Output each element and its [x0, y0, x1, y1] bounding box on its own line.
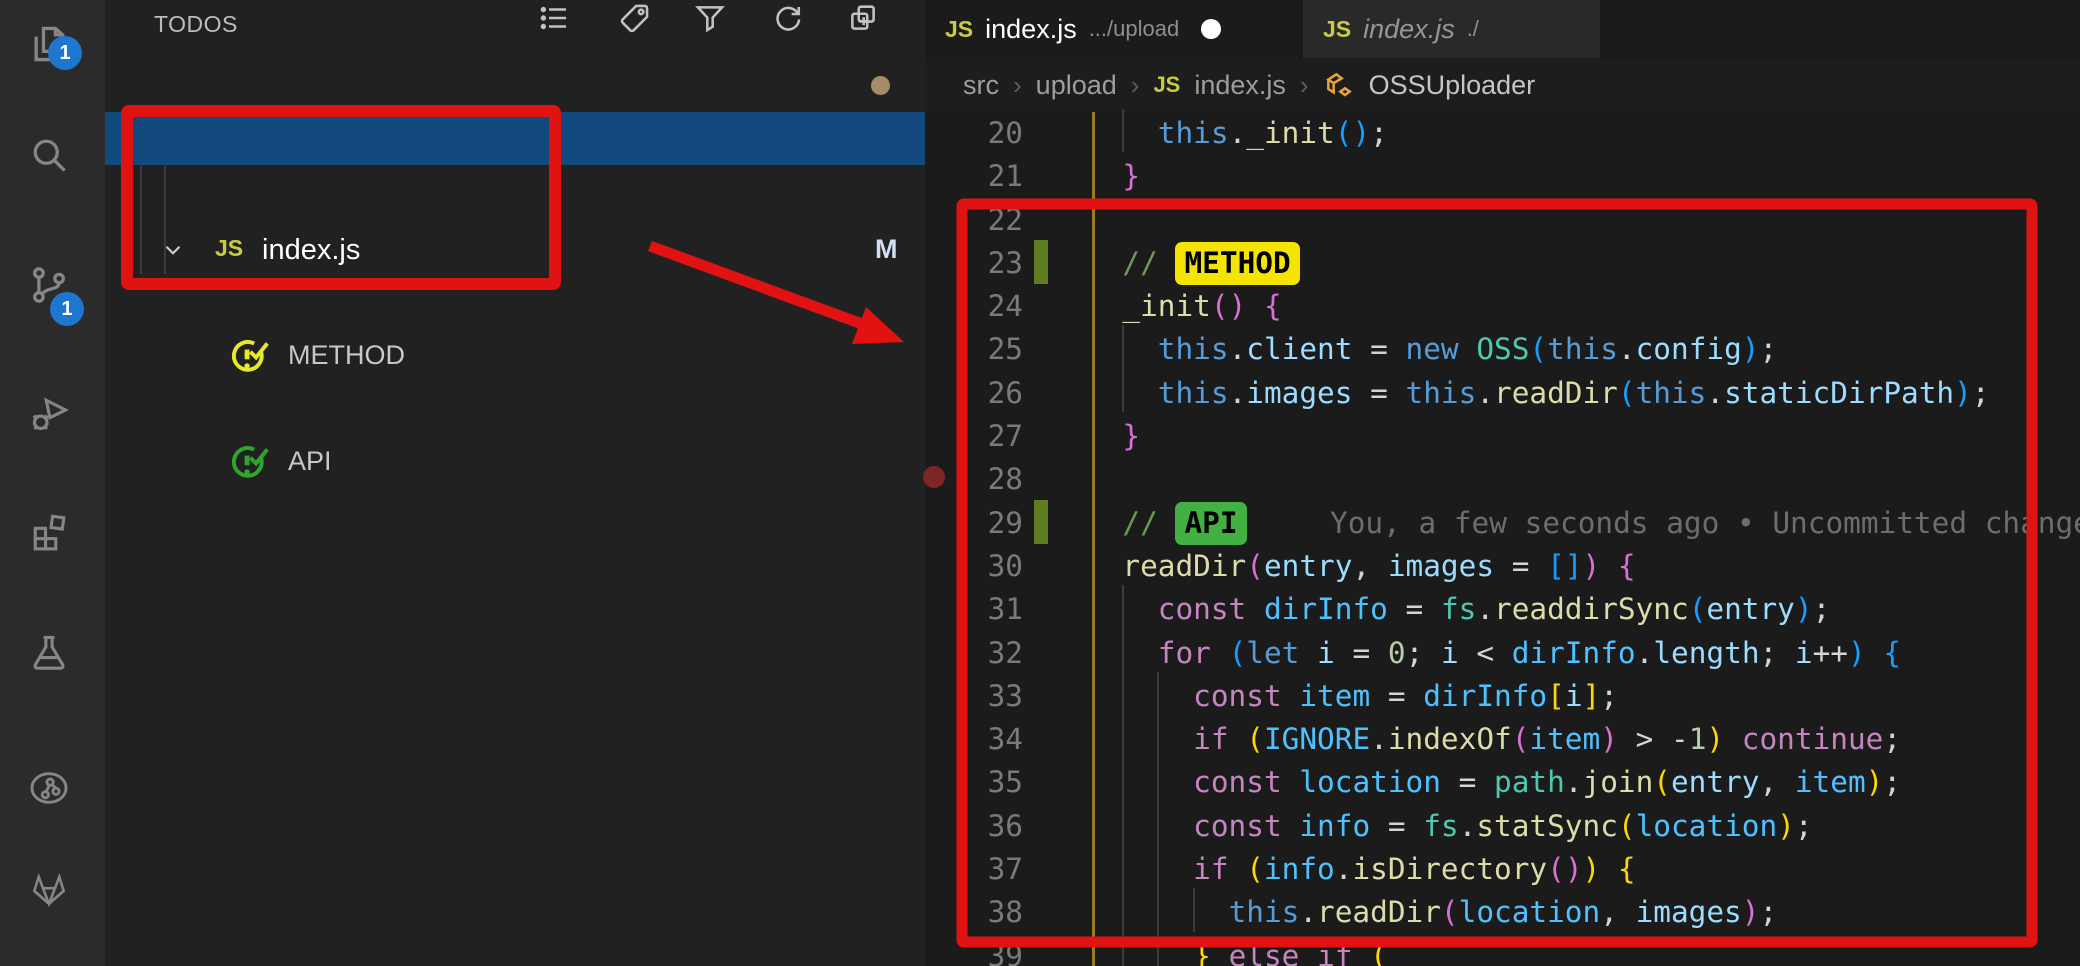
code-line[interactable]: if (IGNORE.indexOf(item) > -1) continue; [1087, 718, 1990, 761]
breadcrumb: src › upload › JS index.js › OSSUploader [925, 58, 2080, 112]
js-file-icon: JS [945, 15, 974, 42]
git-change-bar [1034, 499, 1048, 544]
tab-index-js-preview[interactable]: JS index.js ./ [1303, 0, 1600, 58]
testing-icon[interactable] [27, 631, 71, 675]
todo-highlight-chip: API [1175, 501, 1247, 545]
copy-plus-icon[interactable] [846, 1, 880, 35]
tab-title: index.js [985, 13, 1077, 44]
commit-graph-icon[interactable] [27, 766, 71, 810]
line-number[interactable]: 31 [928, 588, 1023, 631]
scm-badge: 1 [50, 292, 84, 326]
line-number[interactable]: 33 [928, 675, 1023, 718]
code-line[interactable]: this._init(); [1087, 112, 1990, 155]
tab-title: index.js [1363, 13, 1455, 44]
tree-label: METHOD [288, 340, 405, 370]
line-number[interactable]: 20 [928, 112, 1023, 155]
line-number[interactable]: 32 [928, 632, 1023, 675]
line-number[interactable]: 39 [928, 935, 1023, 966]
chevron-right-icon: › [1299, 69, 1309, 100]
line-number[interactable]: 26 [928, 372, 1023, 415]
breadcrumb-item-symbol[interactable]: OSSUploader [1369, 70, 1536, 101]
line-number[interactable]: 35 [928, 761, 1023, 804]
code-line[interactable]: } [1087, 415, 1990, 458]
todo-highlight-chip: METHOD [1175, 241, 1300, 286]
tree-row-index-js[interactable]: JS index.js M [105, 112, 925, 266]
gitlab-icon[interactable] [27, 868, 71, 912]
activity-bar: 1 1 [0, 0, 105, 966]
tab-description: ./ [1466, 16, 1479, 41]
modified-dot-icon[interactable] [1201, 19, 1222, 39]
code-line[interactable]: if (info.isDirectory()) { [1087, 848, 1990, 891]
tree-label: API [288, 446, 332, 476]
code-line[interactable]: this.readDir(location, images); [1087, 891, 1990, 934]
class-symbol-icon [1323, 69, 1355, 101]
line-number[interactable]: 36 [928, 805, 1023, 848]
refresh-icon[interactable] [771, 1, 805, 35]
sidebar-todo-tree: TODOS JS index.js M METHOD API [105, 0, 925, 966]
filter-icon[interactable] [693, 1, 727, 35]
todo-tag-icon [227, 440, 272, 485]
line-number[interactable]: 27 [928, 415, 1023, 458]
tree-indent-guide [140, 166, 142, 274]
code-line[interactable]: const info = fs.statSync(location); [1087, 805, 1990, 848]
line-number[interactable]: 25 [928, 328, 1023, 371]
code-line[interactable]: _init() { [1087, 285, 1990, 328]
code-line[interactable] [1087, 458, 1990, 501]
breadcrumb-item[interactable]: src [963, 70, 999, 101]
code-line[interactable]: const location = path.join(entry, item); [1087, 761, 1990, 804]
code-line[interactable]: readDir(entry, images = []) { [1087, 545, 1990, 588]
breadcrumb-item[interactable]: index.js [1194, 70, 1286, 101]
tree-indent-guide [164, 166, 166, 274]
line-number-gutter[interactable]: 20 21 22 23 24 25 26 27 28 29 30 31 32 33 34 35 36 37 38 39 [928, 112, 1023, 966]
js-file-icon: JS [1153, 72, 1181, 97]
search-icon[interactable] [27, 133, 71, 177]
editor-tab-bar: JS index.js .../upload JS index.js ./ [925, 0, 2080, 58]
code-line[interactable]: this.client = new OSS(this.config); [1087, 328, 1990, 371]
tab-description: .../upload [1088, 16, 1180, 41]
todo-tag-icon [227, 334, 272, 379]
vscode-window: 1 1 TODOS JS index.js M METHOD API JS in… [0, 0, 2080, 966]
line-number[interactable]: 34 [928, 718, 1023, 761]
todo-count-dot [871, 76, 890, 95]
code-line[interactable]: this.images = this.readDir(this.staticDi… [1087, 372, 1990, 415]
line-number[interactable]: 22 [928, 199, 1023, 242]
line-number[interactable]: 24 [928, 285, 1023, 328]
line-number[interactable]: 38 [928, 891, 1023, 934]
sidebar-title: TODOS [154, 11, 238, 37]
code-line[interactable]: } [1087, 155, 1990, 198]
line-number[interactable]: 28 [928, 458, 1023, 501]
line-number[interactable]: 23 [928, 242, 1023, 285]
breadcrumb-item[interactable]: upload [1036, 70, 1117, 101]
line-number[interactable]: 37 [928, 848, 1023, 891]
extensions-icon[interactable] [27, 510, 71, 554]
run-debug-icon[interactable] [27, 392, 71, 436]
chevron-right-icon: › [1130, 69, 1140, 100]
line-number[interactable]: 29 [928, 502, 1023, 545]
code-line[interactable]: } else if ( [1087, 935, 1990, 966]
explorer-badge: 1 [48, 36, 82, 70]
gitlens-annotation: You, a few seconds ago • Uncommitted cha… [1330, 505, 2080, 540]
code-line[interactable]: // METHOD [1087, 241, 1990, 286]
line-number[interactable]: 30 [928, 545, 1023, 588]
line-number[interactable]: 21 [928, 155, 1023, 198]
code-line[interactable] [1087, 199, 1990, 242]
code-line[interactable]: for (let i = 0; i < dirInfo.length; i++)… [1087, 632, 1990, 675]
chevron-right-icon: › [1013, 69, 1022, 100]
tab-index-js-active[interactable]: JS index.js .../upload [925, 0, 1297, 58]
code-editor[interactable]: 20 21 22 23 24 25 26 27 28 29 30 31 32 33 34 35 36 37 38 39… [925, 109, 2080, 966]
tree-row-folder-upload[interactable]: plugins/src/upload [105, 59, 925, 161]
tag-icon[interactable] [618, 1, 652, 35]
git-change-bar [1034, 239, 1048, 284]
view-as-list-icon[interactable] [537, 1, 571, 35]
js-file-icon: JS [1323, 15, 1352, 42]
tree-row-method[interactable]: METHOD [105, 165, 925, 372]
code-line[interactable]: const item = dirInfo[i]; [1087, 675, 1990, 718]
tree-row-api[interactable]: API [105, 218, 925, 478]
code-line[interactable]: const dirInfo = fs.readdirSync(entry); [1087, 588, 1990, 631]
